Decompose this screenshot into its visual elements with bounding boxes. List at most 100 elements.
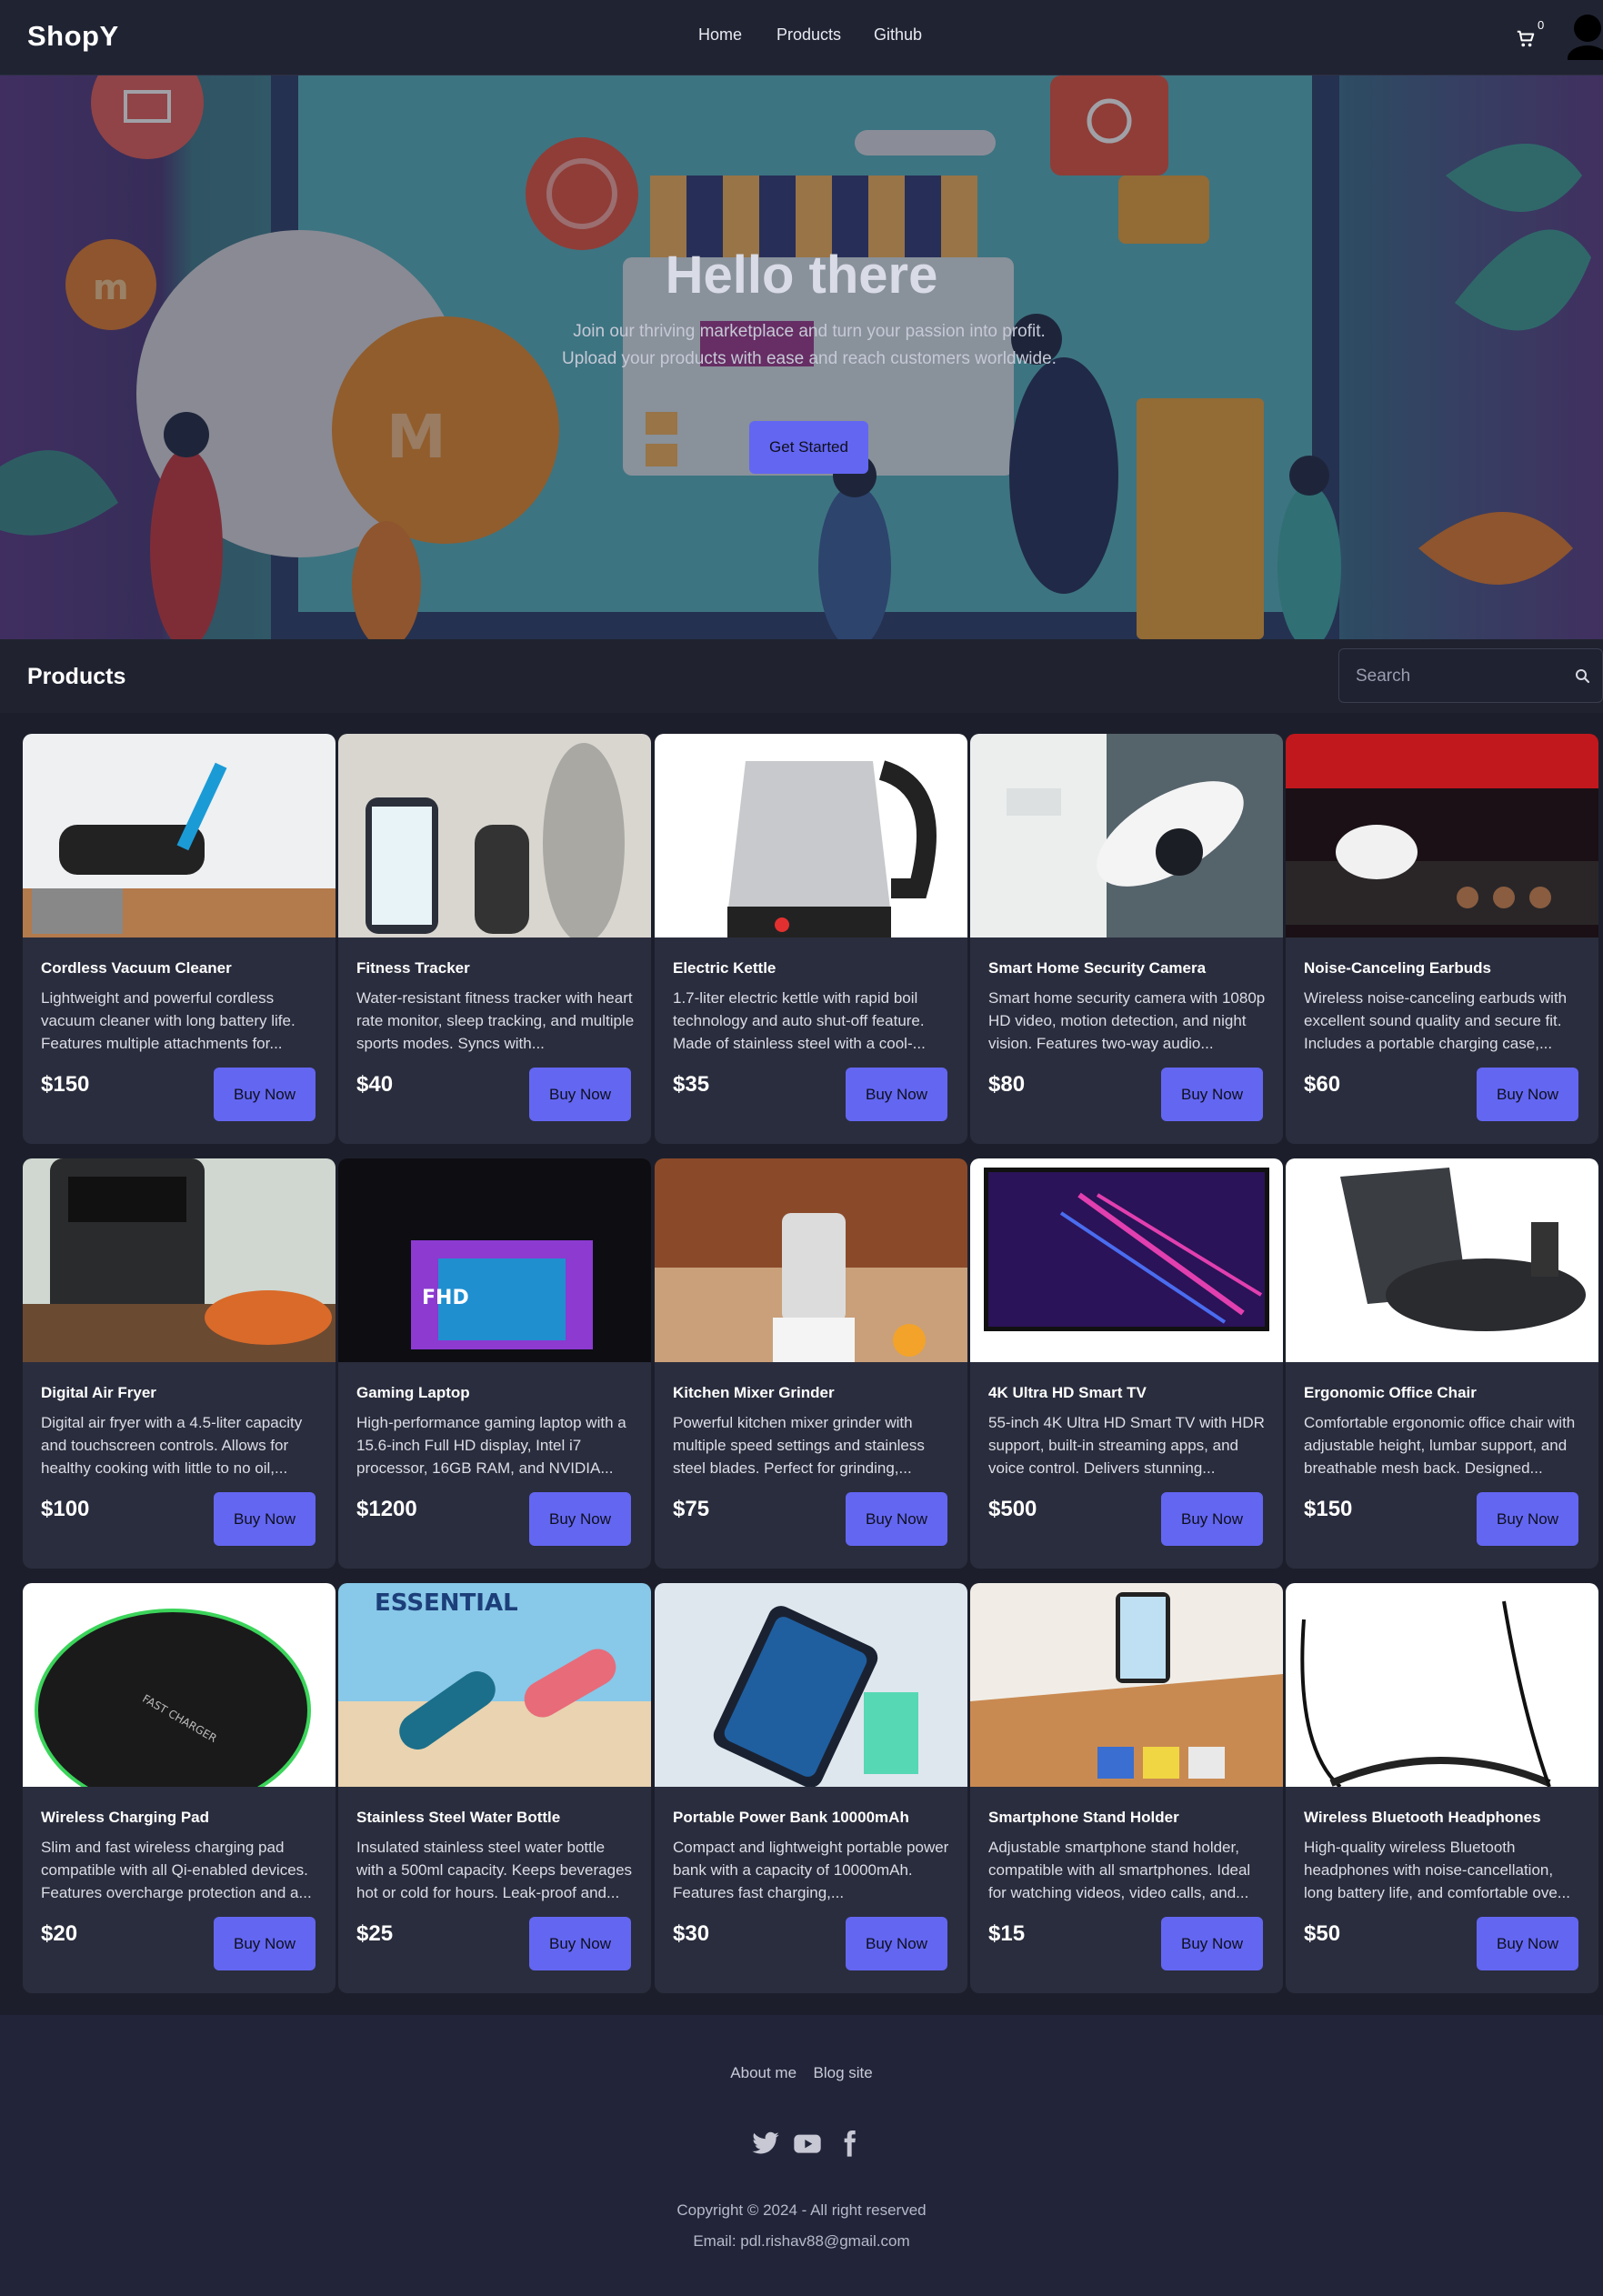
security-camera-image[interactable]	[970, 734, 1283, 937]
product-description: Digital air fryer with a 4.5-liter capac…	[41, 1414, 303, 1477]
product-title: Digital Air Fryer	[41, 1384, 156, 1401]
product-card[interactable]: 4K Ultra HD Smart TV 55-inch 4K Ultra HD …	[970, 1158, 1283, 1569]
buy-now-button[interactable]: Buy Now	[214, 1068, 316, 1121]
product-card[interactable]: ESSENTIAL Stainless Steel Water Bottle Ins…	[338, 1583, 651, 1993]
twitter-icon[interactable]	[751, 2129, 780, 2158]
phone-stand-image[interactable]	[970, 1583, 1283, 1787]
hero-banner: m M Hello there Join our thriving market…	[0, 75, 1603, 639]
buy-now-button[interactable]: Buy Now	[846, 1492, 947, 1546]
product-price: $15	[988, 1921, 1026, 1946]
product-description: High-performance gaming laptop with a 15…	[356, 1414, 626, 1477]
search-icon[interactable]	[1574, 667, 1592, 686]
vacuum-cleaner-image[interactable]	[23, 734, 336, 937]
product-card[interactable]: Kitchen Mixer Grinder Powerful kitchen mi…	[655, 1158, 967, 1569]
facebook-icon[interactable]	[835, 2129, 864, 2158]
product-price: $30	[673, 1921, 710, 1946]
product-title: Smartphone Stand Holder	[988, 1809, 1179, 1826]
mixer-grinder-image[interactable]	[655, 1158, 967, 1362]
youtube-icon[interactable]	[793, 2129, 822, 2158]
buy-now-button[interactable]: Buy Now	[529, 1068, 631, 1121]
buy-now-button[interactable]: Buy Now	[529, 1492, 631, 1546]
buy-now-button[interactable]: Buy Now	[846, 1917, 947, 1970]
earbuds-image[interactable]	[1286, 734, 1598, 937]
product-card[interactable]: Fitness Tracker Water-resistant fitness t…	[338, 734, 651, 1144]
products-header: Products	[0, 639, 1603, 713]
get-started-button[interactable]: Get Started	[749, 421, 868, 474]
product-title: Stainless Steel Water Bottle	[356, 1809, 561, 1826]
product-title: Gaming Laptop	[356, 1384, 470, 1401]
buy-now-button[interactable]: Buy Now	[1161, 1917, 1263, 1970]
footer-link-blog[interactable]: Blog site	[814, 2064, 873, 2081]
product-title: Fitness Tracker	[356, 959, 470, 977]
buy-now-button[interactable]: Buy Now	[1477, 1492, 1578, 1546]
product-card[interactable]: FAST CHARGER Wireless Charging Pad Slim an…	[23, 1583, 336, 1993]
product-price: $80	[988, 1072, 1026, 1097]
nav-link-home[interactable]: Home	[698, 25, 742, 45]
buy-now-button[interactable]: Buy Now	[1477, 1917, 1578, 1970]
product-title: Noise-Canceling Earbuds	[1304, 959, 1491, 977]
gaming-laptop-image[interactable]: FHD	[338, 1158, 651, 1362]
buy-now-button[interactable]: Buy Now	[1161, 1068, 1263, 1121]
product-price: $40	[356, 1072, 394, 1097]
product-price: $150	[1304, 1497, 1353, 1521]
product-title: Electric Kettle	[673, 959, 776, 977]
headphones-image[interactable]	[1286, 1583, 1598, 1787]
product-title: 4K Ultra HD Smart TV	[988, 1384, 1147, 1401]
product-title: Ergonomic Office Chair	[1304, 1384, 1477, 1401]
cart-count-badge: 0	[1538, 18, 1545, 32]
cart-button[interactable]: 0	[1516, 18, 1547, 51]
product-description: Insulated stainless steel water bottle w…	[356, 1839, 633, 1901]
product-card[interactable]: Wireless Bluetooth Headphones High-qualit…	[1286, 1583, 1598, 1993]
search-input[interactable]	[1356, 663, 1556, 690]
buy-now-button[interactable]: Buy Now	[1477, 1068, 1578, 1121]
product-price: $75	[673, 1497, 710, 1521]
power-bank-image[interactable]	[655, 1583, 967, 1787]
product-price: $20	[41, 1921, 78, 1946]
office-chair-image[interactable]	[1286, 1158, 1598, 1362]
product-card[interactable]: Ergonomic Office Chair Comfortable ergono…	[1286, 1158, 1598, 1569]
charging-pad-image[interactable]: FAST CHARGER	[23, 1583, 336, 1787]
air-fryer-image[interactable]	[23, 1158, 336, 1362]
hero-subtitle: Join our thriving marketplace and turn y…	[562, 322, 1057, 368]
product-card[interactable]: Portable Power Bank 10000mAh Compact and …	[655, 1583, 967, 1993]
product-price: $150	[41, 1072, 90, 1097]
user-avatar[interactable]	[1566, 13, 1603, 60]
buy-now-button[interactable]: Buy Now	[529, 1917, 631, 1970]
product-title: Wireless Bluetooth Headphones	[1304, 1809, 1541, 1826]
product-title: Wireless Charging Pad	[41, 1809, 210, 1826]
product-description: 1.7-liter electric kettle with rapid boi…	[673, 989, 926, 1052]
electric-kettle-image[interactable]	[655, 734, 967, 937]
product-description: Powerful kitchen mixer grinder with mult…	[673, 1414, 925, 1477]
buy-now-button[interactable]: Buy Now	[1161, 1492, 1263, 1546]
fitness-tracker-image[interactable]	[338, 734, 651, 937]
product-card[interactable]: Cordless Vacuum Cleaner Lightweight and p…	[23, 734, 336, 1144]
svg-text:FHD: FHD	[422, 1287, 469, 1309]
smart-tv-image[interactable]	[970, 1158, 1283, 1362]
product-grid: Cordless Vacuum Cleaner Lightweight and p…	[0, 713, 1603, 2015]
buy-now-button[interactable]: Buy Now	[214, 1492, 316, 1546]
brand-logo[interactable]: ShopY	[27, 20, 119, 53]
product-card[interactable]: Smart Home Security Camera Smart home sec…	[970, 734, 1283, 1144]
product-price: $60	[1304, 1072, 1341, 1097]
product-card[interactable]: Smartphone Stand Holder Adjustable smartp…	[970, 1583, 1283, 1993]
hero-title: Hello there	[665, 246, 938, 305]
svg-text:ESSENTIAL: ESSENTIAL	[375, 1589, 518, 1617]
product-price: $100	[41, 1497, 90, 1521]
nav-link-products[interactable]: Products	[776, 25, 841, 45]
buy-now-button[interactable]: Buy Now	[214, 1917, 316, 1970]
product-title: Smart Home Security Camera	[988, 959, 1207, 977]
product-title: Kitchen Mixer Grinder	[673, 1384, 835, 1401]
product-card[interactable]: Digital Air Fryer Digital air fryer with …	[23, 1158, 336, 1569]
water-bottle-image[interactable]: ESSENTIAL	[338, 1583, 651, 1787]
product-card[interactable]: Noise-Canceling Earbuds Wireless noise-ca…	[1286, 734, 1598, 1144]
product-card[interactable]: Electric Kettle 1.7-liter electric kettle…	[655, 734, 967, 1144]
copyright-text: Copyright © 2024 - All right reserved	[676, 2201, 927, 2219]
products-heading: Products	[27, 664, 126, 689]
buy-now-button[interactable]: Buy Now	[846, 1068, 947, 1121]
navbar: ShopY Home Products Github 0	[0, 0, 1603, 75]
product-description: Smart home security camera with 1080p HD…	[988, 989, 1266, 1052]
nav-link-github[interactable]: Github	[874, 25, 922, 45]
footer-link-about[interactable]: About me	[730, 2064, 796, 2081]
product-title: Cordless Vacuum Cleaner	[41, 959, 232, 977]
product-card[interactable]: FHD Gaming Laptop High-performance gaming …	[338, 1158, 651, 1569]
